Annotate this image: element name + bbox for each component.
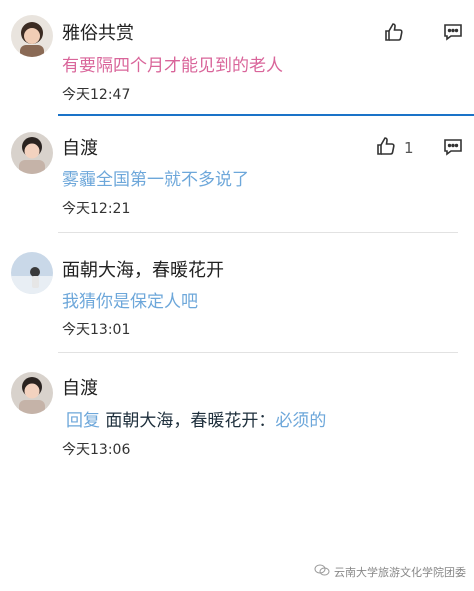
comment-time: 今天13:01 [62,322,131,338]
like-count: 1 [404,139,414,157]
reply-content: 必须的 [275,411,327,431]
watermark: 云南大学旅游文化学院团委 [314,563,466,580]
divider [58,352,458,353]
comment-item-3: 面朝大海，春暖花开 我猜你是保定人吧 今天13:01 [0,240,474,353]
chat-bubble-icon [443,139,463,160]
like-button[interactable] [384,22,412,46]
comment-username[interactable]: 面朝大海，春暖花开 [62,256,224,282]
like-button[interactable]: 1 [376,136,414,160]
comment-item-2: 自渡 雾霾全国第一就不多说了 今天12:21 1 [0,118,474,233]
avatar[interactable] [11,132,53,174]
comment-username[interactable]: 自渡 [62,374,98,400]
comment-time: 今天12:21 [62,201,131,217]
chat-bubble-icon [443,24,463,45]
avatar[interactable] [11,372,53,414]
comment-time: 今天12:47 [62,87,131,103]
avatar[interactable] [11,15,53,57]
comment-text: 我猜你是保定人吧 [62,292,198,312]
more-options-button[interactable] [443,23,463,45]
comment-text: 有要隔四个月才能见到的老人 [62,56,283,76]
comment-time: 今天13:06 [62,442,131,458]
comment-item-1: 雅俗共赏 有要隔四个月才能见到的老人 今天12:47 [0,0,474,116]
comment-username[interactable]: 雅俗共赏 [62,19,134,45]
comment-text: 雾霾全国第一就不多说了 [62,170,249,190]
reply-target-user[interactable]: 面朝大海，春暖花开： [105,411,275,431]
comment-username[interactable]: 自渡 [62,134,98,160]
thumbs-up-icon [376,136,396,160]
avatar[interactable] [11,252,53,294]
divider [58,232,458,233]
comment-item-4: 自渡 回复 面朝大海，春暖花开：必须的 今天13:06 [0,360,474,470]
reply-text: 回复 面朝大海，春暖花开：必须的 [66,406,326,431]
thumbs-up-icon [384,22,404,46]
more-options-button[interactable] [443,138,463,160]
wechat-icon [314,563,330,580]
highlight-divider [58,114,474,116]
reply-label[interactable]: 回复 [66,411,100,431]
watermark-text: 云南大学旅游文化学院团委 [334,565,466,579]
